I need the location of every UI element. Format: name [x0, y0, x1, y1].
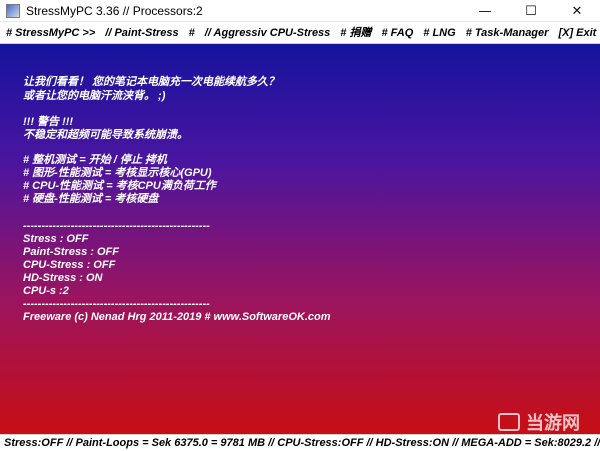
copyright-line: Freeware (c) Nenad Hrg 2011-2019 # www.S… — [23, 311, 331, 323]
menu-bar: # StressMyPC >> // Paint-Stress # // Agg… — [0, 22, 600, 44]
menu-faq[interactable]: # FAQ — [376, 22, 418, 43]
minimize-button[interactable]: — — [462, 0, 508, 22]
menu-task-manager[interactable]: # Task-Manager — [461, 22, 554, 43]
menu-language[interactable]: # LNG — [418, 22, 460, 43]
help-line-disk: # 硬盘-性能测试 = 考核硬盘 — [23, 193, 159, 205]
status-bar: Stress:OFF // Paint-Loops = Sek 6375.0 =… — [0, 434, 600, 451]
status-hd-stress: HD-Stress : ON — [23, 272, 103, 284]
watermark-text: 当游网 — [526, 413, 580, 434]
menu-stressmypc[interactable]: # StressMyPC >> — [0, 22, 100, 43]
warning-text: 不稳定和超频可能导致系统崩溃。 — [23, 129, 188, 141]
intro-line-2: 或者让您的电脑汗流浃背。 ;) — [23, 90, 166, 102]
menu-separator[interactable]: # — [184, 22, 200, 43]
help-line-gpu: # 图形-性能测试 = 考核显示核心(GPU) — [23, 167, 212, 179]
status-cpu-stress: CPU-Stress : OFF — [23, 259, 116, 271]
menu-donate[interactable]: # 捐赠 — [335, 22, 376, 43]
maximize-button[interactable]: ☐ — [508, 0, 554, 22]
title-bar: StressMyPC 3.36 // Processors:2 — ☐ ✕ — [0, 0, 600, 22]
window-title: StressMyPC 3.36 // Processors:2 — [26, 3, 203, 18]
status-bar-text: Stress:OFF // Paint-Loops = Sek 6375.0 =… — [4, 437, 600, 449]
watermark: 当游网 — [498, 409, 580, 434]
app-icon — [6, 3, 20, 18]
help-line-cpu: # CPU-性能测试 = 考核CPU满负荷工作 — [23, 180, 216, 192]
logo-icon — [498, 413, 520, 431]
close-button[interactable]: ✕ — [554, 0, 600, 22]
window-controls: — ☐ ✕ — [462, 0, 600, 22]
stress-display-area[interactable]: 让我们看看！ 您的笔记本电脑充一次电能续航多久？ 或者让您的电脑汗流浃背。 ;)… — [0, 44, 600, 434]
intro-line-1: 让我们看看！ 您的笔记本电脑充一次电能续航多久？ — [23, 76, 280, 88]
divider-line: ----------------------------------------… — [23, 220, 210, 232]
warning-heading: !!! 警告 !!! — [23, 116, 74, 128]
divider-line: ----------------------------------------… — [23, 298, 210, 310]
menu-aggressive-cpu-stress[interactable]: // Aggressiv CPU-Stress — [200, 22, 336, 43]
help-line-system: # 整机测试 = 开始 / 停止 拷机 — [23, 154, 167, 166]
menu-exit[interactable]: [X] Exit — [553, 22, 600, 43]
status-stress: Stress : OFF — [23, 233, 89, 245]
status-paint-stress: Paint-Stress : OFF — [23, 246, 119, 258]
status-cpu-count: CPU-s :2 — [23, 285, 69, 297]
menu-paint-stress[interactable]: // Paint-Stress — [100, 22, 183, 43]
